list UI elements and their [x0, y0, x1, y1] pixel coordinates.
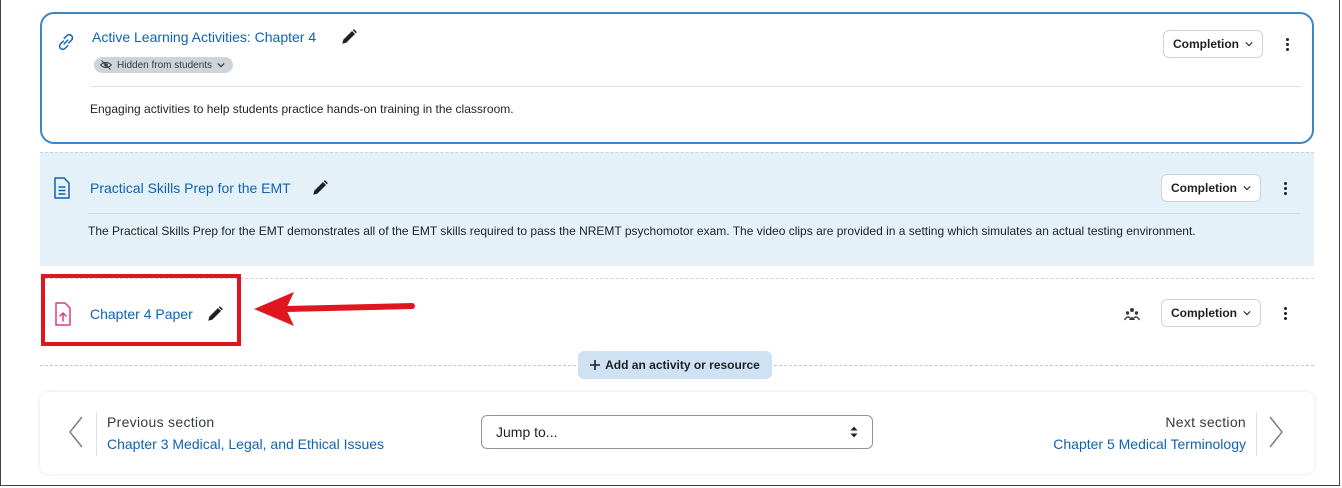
chevron-down-icon — [1243, 186, 1251, 191]
section-navigation: Previous section Chapter 3 Medical, Lega… — [40, 392, 1314, 474]
jump-to-select[interactable]: Jump to... — [481, 415, 873, 449]
chevron-down-icon — [1245, 42, 1253, 47]
more-options-icon[interactable] — [1280, 302, 1290, 324]
completion-label: Completion — [1173, 37, 1239, 51]
annotation-arrow-icon — [254, 292, 415, 326]
next-section-label: Next section — [1165, 414, 1246, 430]
edit-pencil-icon[interactable] — [340, 28, 358, 46]
completion-dropdown[interactable]: Completion — [1163, 30, 1263, 58]
activity-active-learning: Active Learning Activities: Chapter 4 Hi… — [40, 12, 1314, 144]
eye-slash-icon — [100, 60, 112, 70]
completion-label: Completion — [1171, 181, 1237, 195]
badge-label: Hidden from students — [117, 59, 213, 71]
chevron-down-icon — [217, 62, 225, 68]
annotation-highlight-box — [41, 274, 241, 346]
add-activity-button[interactable]: Add an activity or resource — [578, 351, 772, 379]
plus-icon — [590, 360, 601, 370]
activity-title-link[interactable]: Active Learning Activities: Chapter 4 — [92, 29, 316, 45]
visibility-badge[interactable]: Hidden from students — [94, 57, 234, 73]
completion-dropdown[interactable]: Completion — [1161, 299, 1261, 327]
activity-practical-skills: Practical Skills Prep for the EMT The Pr… — [40, 152, 1314, 266]
previous-section-link[interactable]: Chapter 3 Medical, Legal, and Ethical Is… — [107, 436, 384, 452]
more-options-icon[interactable] — [1280, 177, 1290, 199]
previous-section-label: Previous section — [107, 414, 215, 430]
divider — [90, 86, 1302, 87]
divider — [96, 412, 97, 456]
divider — [1256, 412, 1257, 456]
divider — [88, 213, 1300, 214]
divider — [774, 365, 1314, 366]
divider — [40, 365, 576, 366]
completion-dropdown[interactable]: Completion — [1161, 174, 1261, 202]
more-options-icon[interactable] — [1282, 33, 1292, 55]
completion-label: Completion — [1171, 306, 1237, 320]
page-icon — [54, 177, 70, 199]
edit-pencil-icon[interactable] — [311, 179, 329, 197]
chevron-left-icon[interactable] — [68, 415, 84, 449]
link-icon — [58, 33, 74, 51]
chevron-down-icon — [1243, 311, 1251, 316]
add-activity-label: Add an activity or resource — [605, 358, 760, 372]
activity-description: Engaging activities to help students pra… — [90, 102, 514, 116]
group-mode-icon[interactable] — [1124, 306, 1140, 322]
select-arrows-icon — [850, 426, 858, 438]
jump-to-label: Jump to... — [496, 424, 558, 440]
chevron-right-icon[interactable] — [1268, 415, 1284, 449]
activity-title-link[interactable]: Practical Skills Prep for the EMT — [90, 180, 291, 196]
activity-description: The Practical Skills Prep for the EMT de… — [88, 224, 1196, 238]
next-section-link[interactable]: Chapter 5 Medical Terminology — [1053, 436, 1246, 452]
